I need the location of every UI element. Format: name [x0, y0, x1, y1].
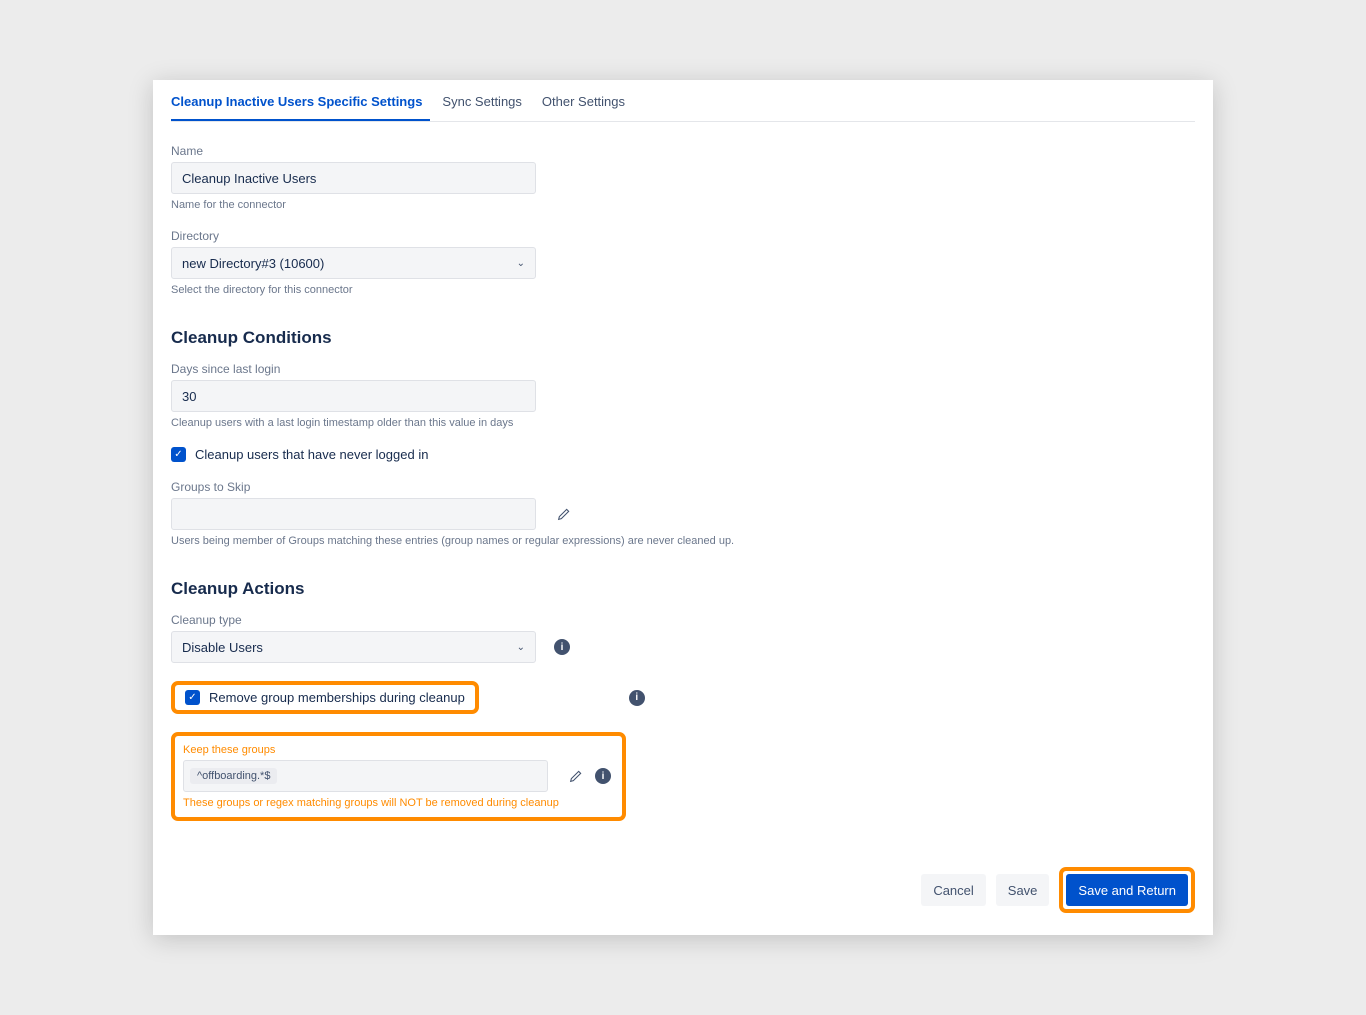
cleanup-type-select[interactable]: Disable Users ⌄: [171, 631, 536, 663]
directory-select[interactable]: new Directory#3 (10600) ⌄: [171, 247, 536, 279]
directory-field: Directory new Directory#3 (10600) ⌄ Sele…: [171, 229, 1195, 296]
days-label: Days since last login: [171, 362, 1195, 376]
days-input[interactable]: 30: [171, 380, 536, 412]
remove-group-row[interactable]: ✓ Remove group memberships during cleanu…: [183, 688, 467, 707]
footer-actions: Cancel Save Save and Return: [171, 867, 1195, 913]
keep-groups-chip[interactable]: ^offboarding.*$: [190, 768, 277, 784]
remove-group-label: Remove group memberships during cleanup: [209, 690, 465, 705]
name-label: Name: [171, 144, 1195, 158]
keep-groups-highlight: Keep these groups ^offboarding.*$ i Thes…: [171, 732, 626, 821]
name-field: Name Cleanup Inactive Users Name for the…: [171, 144, 1195, 211]
edit-keep-groups-button[interactable]: [563, 763, 589, 789]
directory-helper: Select the directory for this connector: [171, 284, 1195, 296]
name-input[interactable]: Cleanup Inactive Users: [171, 162, 536, 194]
remove-group-checkbox[interactable]: ✓: [185, 690, 200, 705]
directory-label: Directory: [171, 229, 1195, 243]
groups-skip-helper: Users being member of Groups matching th…: [171, 535, 1195, 547]
days-field: Days since last login 30 Cleanup users w…: [171, 362, 1195, 429]
cleanup-conditions-title: Cleanup Conditions: [171, 328, 1195, 348]
tab-sync-settings[interactable]: Sync Settings: [442, 86, 530, 121]
never-logged-in-row[interactable]: ✓ Cleanup users that have never logged i…: [171, 447, 1195, 462]
chevron-down-icon: ⌄: [517, 642, 525, 653]
cleanup-type-label: Cleanup type: [171, 613, 1195, 627]
tab-cleanup-specific[interactable]: Cleanup Inactive Users Specific Settings: [171, 86, 430, 121]
never-logged-in-label: Cleanup users that have never logged in: [195, 447, 428, 462]
settings-panel: Cleanup Inactive Users Specific Settings…: [153, 80, 1213, 935]
pencil-icon: [556, 506, 572, 522]
directory-value: new Directory#3 (10600): [182, 256, 324, 271]
groups-skip-input[interactable]: [171, 498, 536, 530]
name-helper: Name for the connector: [171, 199, 1195, 211]
save-button[interactable]: Save: [996, 874, 1050, 906]
tab-other-settings[interactable]: Other Settings: [542, 86, 633, 121]
remove-group-info-icon[interactable]: i: [629, 690, 645, 706]
days-value: 30: [182, 389, 196, 404]
cleanup-type-info-icon[interactable]: i: [554, 639, 570, 655]
pencil-icon: [568, 768, 584, 784]
name-value: Cleanup Inactive Users: [182, 171, 316, 186]
keep-groups-info-icon[interactable]: i: [595, 768, 611, 784]
save-and-return-button[interactable]: Save and Return: [1066, 874, 1188, 906]
keep-groups-label: Keep these groups: [183, 744, 614, 756]
never-logged-in-checkbox[interactable]: ✓: [171, 447, 186, 462]
cleanup-type-value: Disable Users: [182, 640, 263, 655]
save-return-highlight: Save and Return: [1059, 867, 1195, 913]
days-helper: Cleanup users with a last login timestam…: [171, 417, 1195, 429]
groups-skip-label: Groups to Skip: [171, 480, 1195, 494]
cancel-button[interactable]: Cancel: [921, 874, 985, 906]
tab-bar: Cleanup Inactive Users Specific Settings…: [171, 80, 1195, 122]
remove-group-highlight: ✓ Remove group memberships during cleanu…: [171, 681, 479, 714]
edit-groups-skip-button[interactable]: [551, 501, 577, 527]
groups-skip-field: Groups to Skip Users being member of Gro…: [171, 480, 1195, 547]
cleanup-actions-title: Cleanup Actions: [171, 579, 1195, 599]
chevron-down-icon: ⌄: [517, 258, 525, 269]
keep-groups-input[interactable]: ^offboarding.*$: [183, 760, 548, 792]
cleanup-type-field: Cleanup type Disable Users ⌄ i: [171, 613, 1195, 663]
keep-groups-helper: These groups or regex matching groups wi…: [183, 797, 614, 809]
